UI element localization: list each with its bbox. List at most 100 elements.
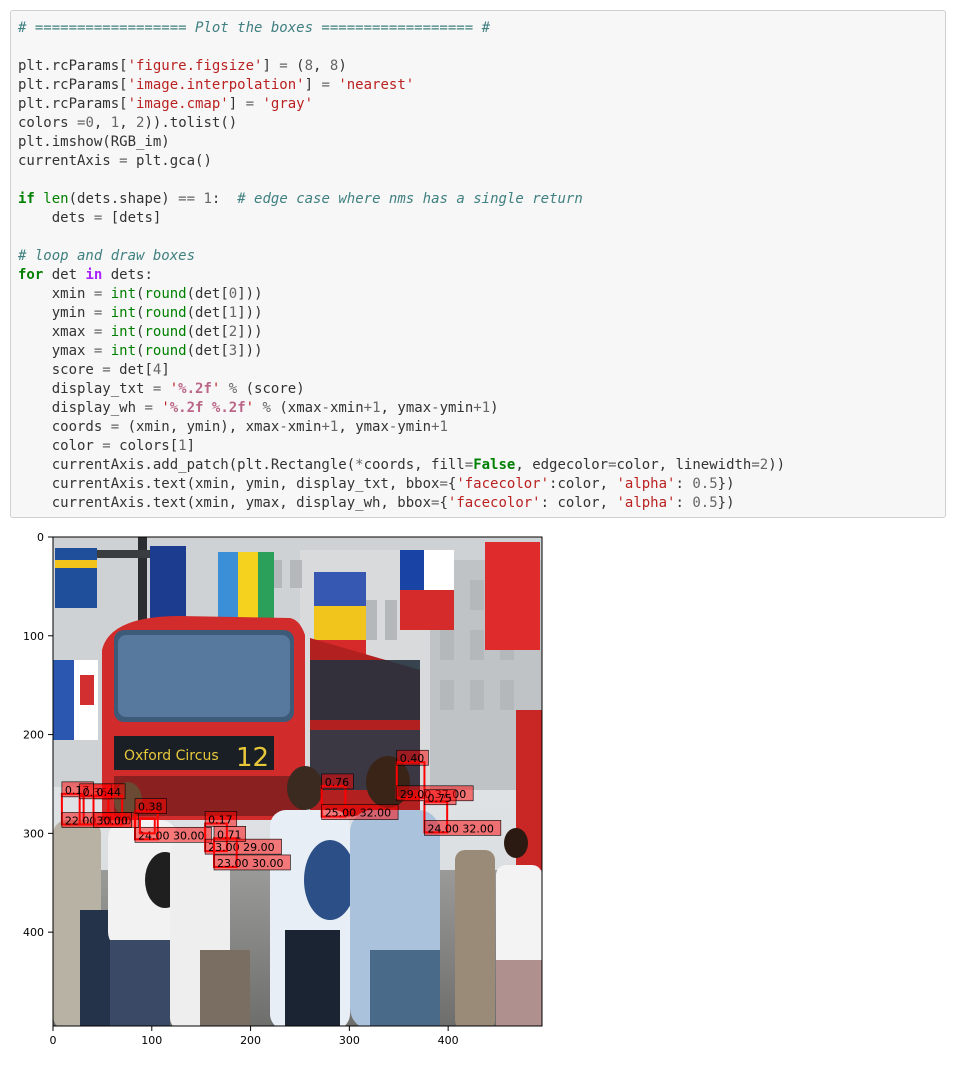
code-token: xmax <box>18 324 94 340</box>
code-token: }) <box>717 495 735 511</box>
code-token: round <box>144 305 187 321</box>
x-tick-label: 200 <box>240 1034 261 1047</box>
code-token: = <box>321 77 330 93</box>
code-token: ymin <box>397 419 432 435</box>
code-line: xmin = int(round(det[0])) <box>18 286 263 302</box>
code-token: :color, <box>549 476 617 492</box>
box-label: 0.44 <box>97 786 122 799</box>
x-axis: 0 100 200 300 400 <box>50 1026 459 1047</box>
code-token: ] <box>161 362 170 378</box>
code-token: 0 <box>228 286 238 302</box>
code-token: 2 <box>759 457 769 473</box>
box-label: 23.00 30.00 <box>217 857 283 870</box>
code-token: 0.5 <box>692 495 718 511</box>
code-line: display_wh = '%.2f %.2f' % (xmax-xmin+1,… <box>18 400 499 416</box>
code-token: # edge case where nms has a single retur… <box>237 191 583 207</box>
code-token: 0 <box>85 115 94 131</box>
code-token: (det[ <box>186 286 229 302</box>
code-cell[interactable]: # ================== Plot the boxes ====… <box>10 10 946 518</box>
code-token: ] <box>262 58 280 74</box>
box-label: 0.40 <box>400 752 425 765</box>
code-line: display_txt = '%.2f' % (score) <box>18 381 305 397</box>
code-token: ])) <box>237 305 263 321</box>
code-token: len <box>43 191 69 207</box>
y-tick-label: 200 <box>23 729 44 742</box>
code-token: if <box>18 191 35 207</box>
photo: Oxford Circus 12 0.1722.00 0.4430.000.38… <box>53 537 542 1026</box>
code-token: for <box>18 267 44 283</box>
code-token: , ymax <box>380 400 432 416</box>
x-tick-label: 0 <box>50 1034 57 1047</box>
code-line: ymax = int(round(det[3])) <box>18 343 263 359</box>
box-label: 0.76 <box>325 776 350 789</box>
code-token: score <box>18 362 103 378</box>
code-token: , <box>93 115 111 131</box>
code-token: 1 <box>439 419 448 435</box>
code-line: plt.rcParams['image.interpolation'] = 'n… <box>18 77 414 93</box>
bus-route-number: 12 <box>236 743 269 773</box>
code-editor[interactable]: # ================== Plot the boxes ====… <box>18 19 785 513</box>
box-label: 24.00 32.00 <box>427 822 493 835</box>
code-token: int <box>110 343 137 359</box>
code-token: color, linewidth <box>616 457 752 473</box>
code-token: )) <box>768 457 786 473</box>
code-token: 1 <box>481 400 491 416</box>
code-token: ' <box>161 400 170 416</box>
code-token: - <box>321 400 330 416</box>
code-token: 'facecolor' <box>456 476 550 492</box>
x-tick-label: 400 <box>438 1034 459 1047</box>
box-label: 0.71 <box>217 828 242 841</box>
code-token: = <box>110 419 120 435</box>
code-token: det[ <box>110 362 153 378</box>
y-tick-label: 0 <box>37 531 44 544</box>
code-line: # loop and draw boxes <box>18 248 195 264</box>
code-token: 'image.interpolation' <box>127 77 305 93</box>
code-token: : color, <box>540 495 617 511</box>
code-token: }) <box>717 476 735 492</box>
code-token: - <box>279 419 288 435</box>
code-token: { <box>439 495 448 511</box>
code-token: 'figure.figsize' <box>127 58 263 74</box>
code-line: # ================== Plot the boxes ====… <box>18 20 490 36</box>
code-token: currentAxis.text(xmin, ymin, display_txt… <box>18 476 440 492</box>
code-token: # ================== Plot the boxes ====… <box>18 20 491 36</box>
code-line: plt.rcParams['figure.figsize'] = (8, 8) <box>18 58 347 74</box>
code-token: (dets.shape) <box>68 191 179 207</box>
code-token: %.2f <box>211 400 246 416</box>
code-line: for det in dets: <box>18 267 153 283</box>
code-token: - <box>431 400 440 416</box>
code-token: 3 <box>228 343 238 359</box>
code-token: int <box>110 305 137 321</box>
box-label: 23.00 29.00 <box>208 841 274 854</box>
code-token: : <box>675 495 693 511</box>
code-line: if len(dets.shape) == 1: # edge case whe… <box>18 191 583 207</box>
code-token: 1 <box>110 115 120 131</box>
code-token: % <box>228 381 238 397</box>
code-token: det <box>43 267 86 283</box>
code-token: ymin <box>18 305 94 321</box>
code-token: = <box>119 153 128 169</box>
code-token: 'alpha' <box>616 495 676 511</box>
x-tick-label: 100 <box>141 1034 162 1047</box>
code-token: color <box>18 438 103 454</box>
code-token: ] <box>186 438 196 454</box>
code-token: ( <box>287 58 305 74</box>
code-token: # loop and draw boxes <box>18 248 196 264</box>
code-token: coords <box>18 419 111 435</box>
code-line: ymin = int(round(det[1])) <box>18 305 263 321</box>
code-line: currentAxis = plt.gca() <box>18 153 212 169</box>
code-token: [dets] <box>102 210 162 226</box>
code-token: ) <box>338 58 347 74</box>
code-token: : <box>211 191 238 207</box>
code-token: : <box>675 476 693 492</box>
code-token: False <box>473 457 516 473</box>
code-token: ymax <box>18 343 94 359</box>
code-token: 1 <box>372 400 381 416</box>
code-line: currentAxis.text(xmin, ymax, display_wh,… <box>18 495 735 511</box>
code-token: xmin <box>329 400 364 416</box>
code-token: coords, fill <box>363 457 465 473</box>
code-token: == <box>178 191 196 207</box>
code-token: % <box>262 400 271 416</box>
